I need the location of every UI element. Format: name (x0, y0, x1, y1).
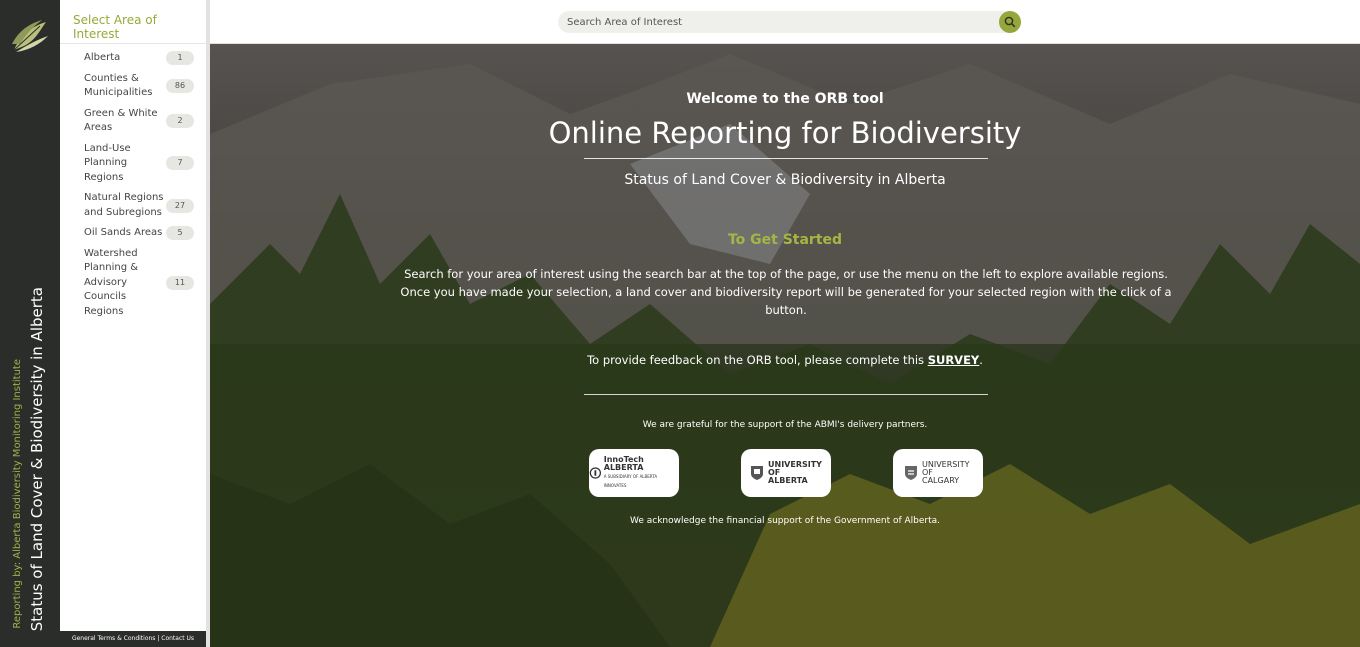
count-badge: 2 (166, 114, 194, 128)
count-badge: 11 (166, 275, 194, 290)
welcome-text: Welcome to the ORB tool (686, 91, 884, 107)
partner-name: UNIVERSITY OF CALGARY (922, 460, 970, 485)
partner-logo-innotech[interactable]: InnoTech ALBERTA A SUBSIDIARY OF ALBERTA … (589, 449, 679, 497)
section-divider (584, 394, 988, 395)
count-badge: 7 (166, 156, 194, 171)
search-bar (558, 11, 1021, 33)
feedback-suffix: . (979, 353, 983, 367)
survey-link[interactable]: SURVEY (928, 353, 980, 367)
count-badge: 27 (166, 198, 194, 213)
feedback-text: To provide feedback on the ORB tool, ple… (210, 353, 1360, 367)
page-subtitle: Status of Land Cover & Biodiversity in A… (624, 172, 946, 188)
sidebar-item-natural-regions[interactable]: Natural Regions and Subregions 27 (60, 188, 206, 223)
sidebar-item-label: Green & White Areas (84, 107, 158, 134)
sidebar-item-label: Counties & Municipalities (84, 72, 153, 99)
search-button[interactable] (999, 11, 1021, 33)
instructions-text: Search for your area of interest using t… (400, 267, 1172, 317)
reporting-by-text: Reporting by: Alberta Biodiversity Monit… (12, 359, 23, 629)
title-divider (584, 158, 988, 159)
left-rail: Reporting by: Alberta Biodiversity Monit… (0, 0, 60, 647)
area-list: Alberta 1 Counties & Municipalities 86 G… (60, 44, 206, 322)
get-started-heading: To Get Started (727, 232, 843, 248)
hero-background: Welcome to the ORB tool Online Reporting… (210, 44, 1360, 647)
sidebar-item-green-white[interactable]: Green & White Areas 2 (60, 104, 206, 139)
feedback-prefix: To provide feedback on the ORB tool, ple… (587, 353, 928, 367)
sidebar-item-land-use[interactable]: Land-Use Planning Regions 7 (60, 139, 206, 189)
search-input[interactable] (558, 11, 988, 33)
partner-logo-ualberta[interactable]: UNIVERSITY OF ALBERTA (741, 449, 831, 497)
acknowledge-text: We acknowledge the financial support of … (629, 516, 941, 526)
sidebar-item-counties[interactable]: Counties & Municipalities 86 (60, 69, 206, 104)
top-bar (210, 0, 1360, 44)
sidebar-item-alberta[interactable]: Alberta 1 (60, 48, 206, 69)
partner-logo-ucalgary[interactable]: UNIVERSITY OF CALGARY (893, 449, 983, 497)
app-title-vertical: Status of Land Cover & Biodiversity in A… (28, 286, 46, 631)
ualberta-crest-icon (751, 466, 763, 480)
sidebar-item-label: Alberta (84, 52, 121, 63)
sidebar-item-label: Land-Use Planning Regions (84, 142, 131, 183)
sidebar-item-label: Natural Regions and Subregions (84, 192, 164, 218)
sidebar-item-watershed[interactable]: Watershed Planning & Advisory Councils R… (60, 244, 206, 323)
search-icon (1004, 16, 1016, 28)
partners-text: We are grateful for the support of the A… (642, 420, 928, 430)
abmi-leaf-logo-icon[interactable] (10, 16, 50, 56)
ucalgary-crest-icon (905, 466, 917, 480)
partner-name: UNIVERSITY OF ALBERTA (768, 460, 822, 485)
innotech-logo-icon (589, 467, 602, 479)
sidebar-item-oil-sands[interactable]: Oil Sands Areas 5 (60, 223, 206, 244)
page-title: Online Reporting for Biodiversity (548, 116, 1022, 150)
count-badge: 1 (166, 51, 194, 66)
sidebar-item-label: Watershed Planning & Advisory Councils R… (84, 247, 139, 317)
count-badge: 5 (166, 226, 194, 241)
area-sidebar: Select Area of Interest Alberta 1 Counti… (60, 0, 210, 647)
sidebar-header: Select Area of Interest (60, 0, 206, 44)
footer-links[interactable]: General Terms & Conditions | Contact Us (60, 631, 206, 647)
sidebar-item-label: Oil Sands Areas (84, 227, 163, 238)
partner-name: InnoTech ALBERTA A SUBSIDIARY OF ALBERTA … (603, 455, 658, 489)
count-badge: 86 (166, 79, 194, 93)
